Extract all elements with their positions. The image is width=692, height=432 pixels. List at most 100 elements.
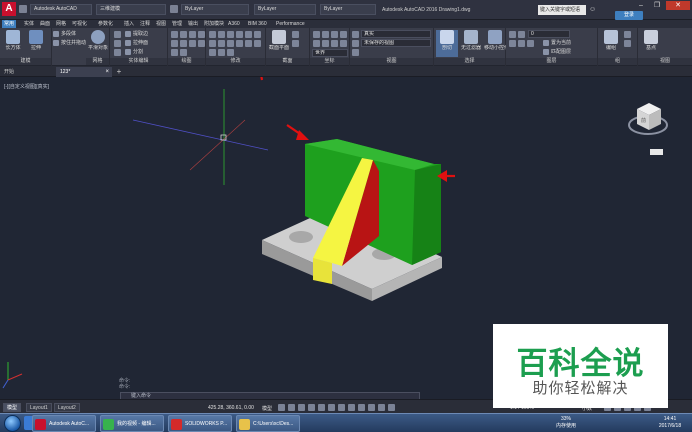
ucs-zaxis-icon[interactable] [340, 31, 347, 38]
scale-icon[interactable] [209, 40, 216, 47]
menu-item-output[interactable]: 输出 [188, 20, 198, 28]
windows-start-button[interactable] [4, 415, 21, 432]
helix-icon[interactable] [171, 49, 178, 56]
ucs-face-icon[interactable] [340, 40, 347, 47]
tab-drawing-123[interactable]: 123* × [56, 67, 112, 77]
menu-item-annotate[interactable]: 注释 [140, 20, 150, 28]
linetype-dropdown[interactable]: ByLayer [254, 4, 316, 15]
group-edit-icon[interactable] [624, 40, 631, 47]
minimize-button[interactable]: – [634, 1, 648, 10]
ucs-dropdown[interactable]: 世界 [312, 49, 348, 57]
menu-item-mesh[interactable]: 网格 [56, 20, 66, 28]
lineweight-toggle-icon[interactable] [358, 404, 365, 411]
tab-layout1[interactable]: Layout1 [26, 403, 52, 412]
tab-start[interactable]: 开始 [0, 67, 52, 77]
section-plane-button[interactable]: 截面平面 [268, 30, 290, 57]
user-icon[interactable]: ☺ [589, 5, 597, 14]
subtract-icon[interactable] [114, 40, 121, 47]
ucs-origin-icon[interactable] [331, 31, 338, 38]
clock-date[interactable]: 2017/6/18 [651, 423, 689, 429]
color-dropdown[interactable]: ByLayer [181, 4, 249, 15]
tab-model[interactable]: 模型 [3, 403, 22, 412]
autocad-logo-icon[interactable]: A [2, 2, 16, 16]
mirror-icon[interactable] [254, 31, 261, 38]
group-button[interactable]: 编组 [600, 30, 622, 57]
menu-item-surface[interactable]: 曲面 [40, 20, 50, 28]
layer-dropdown[interactable]: 0 [528, 30, 570, 38]
explode-icon[interactable] [236, 40, 243, 47]
menu-item-a360[interactable]: A360 [228, 20, 240, 28]
ucs-icon[interactable] [313, 31, 320, 38]
visual-style-dropdown[interactable]: 真实 [361, 30, 431, 38]
smooth-object-button[interactable]: 平滑对象 [87, 30, 109, 57]
3d-move-icon[interactable] [209, 49, 216, 56]
clock-time[interactable]: 14:41 [655, 416, 685, 422]
menu-item-parametric[interactable]: 参数化 [98, 20, 113, 28]
move-gizmo-button[interactable]: 移动小控件 [484, 30, 506, 57]
taskbar-item-solidworks[interactable]: SOLIDWORKS P... [168, 415, 232, 432]
taskbar-item-video-editor[interactable]: 我的视频 - 编辑... [100, 415, 164, 432]
ucs-view-icon[interactable] [322, 40, 329, 47]
no-filter-button[interactable]: 无过滤器 [460, 30, 482, 57]
named-view-dropdown[interactable]: 未保存的视图 [361, 39, 431, 47]
close-tab-icon[interactable]: × [105, 67, 109, 77]
viewcube[interactable]: 前 [628, 103, 668, 155]
osnap-toggle-icon[interactable] [318, 404, 325, 411]
intersect-icon[interactable] [114, 49, 121, 56]
spline-icon[interactable] [189, 40, 196, 47]
base-button[interactable]: 基点 [640, 30, 662, 57]
menu-item-solid[interactable]: 实体 [24, 20, 34, 28]
grid-toggle-icon[interactable] [278, 404, 285, 411]
stretch-icon[interactable] [218, 40, 225, 47]
model-space-toggle[interactable]: 模型 [262, 405, 272, 412]
extrude-button[interactable]: 拉伸 [25, 30, 47, 57]
menu-item-visualize[interactable]: 可视化 [72, 20, 87, 28]
layer-state-icon[interactable] [518, 31, 525, 38]
extract-edges-button[interactable]: 提取边 [124, 30, 166, 38]
menu-item-manage[interactable]: 管理 [172, 20, 182, 28]
ucs-world-icon[interactable] [322, 31, 329, 38]
separate-button[interactable]: 分割 [124, 48, 166, 56]
coordinate-readout[interactable]: 425.28, 360.61, 0.00 [208, 405, 254, 411]
3d-rotate-icon[interactable] [218, 49, 225, 56]
polysolid-button[interactable]: 多段体 [52, 30, 86, 38]
rotate-icon[interactable] [218, 31, 225, 38]
menu-item-performance[interactable]: Performance [276, 20, 305, 28]
hatch-icon[interactable] [180, 40, 187, 47]
menu-item-home[interactable]: 常用 [2, 20, 17, 28]
search-input[interactable]: 键入关键字或短语 [538, 5, 586, 15]
color-swatch-icon[interactable] [170, 5, 178, 13]
arc-icon[interactable] [198, 31, 205, 38]
new-tab-button[interactable]: + [114, 67, 124, 77]
polyline-icon[interactable] [180, 31, 187, 38]
transparency-toggle-icon[interactable] [368, 404, 375, 411]
tab-layout2[interactable]: Layout2 [54, 403, 80, 412]
close-button[interactable]: ✕ [666, 1, 690, 10]
3d-align-icon[interactable] [227, 49, 234, 56]
move-icon[interactable] [209, 31, 216, 38]
ellipse-icon[interactable] [198, 40, 205, 47]
gizmo-toggle-icon[interactable] [388, 404, 395, 411]
menu-item-bim360[interactable]: BIM 360 [248, 20, 267, 28]
live-section-icon[interactable] [292, 31, 299, 38]
viewport-config-icon[interactable] [352, 49, 359, 56]
rectangle-icon[interactable] [171, 40, 178, 47]
new-icon[interactable] [19, 5, 27, 13]
dynamic-ucs-toggle-icon[interactable] [348, 404, 355, 411]
ucs-3point-icon[interactable] [313, 40, 320, 47]
extrude-faces-button[interactable]: 拉伸面 [124, 39, 166, 47]
match-layer-button[interactable]: 匹配图层 [542, 48, 596, 56]
fillet-icon[interactable] [236, 31, 243, 38]
point-icon[interactable] [180, 49, 187, 56]
presspull-button[interactable]: 按住并拖动 [52, 39, 86, 47]
signin-button[interactable]: 登录 [615, 11, 643, 20]
selection-cycling-icon[interactable] [378, 404, 385, 411]
erase-icon[interactable] [254, 40, 261, 47]
section-options-icon[interactable] [292, 40, 299, 47]
lineweight-dropdown[interactable]: ByLayer [320, 4, 376, 15]
line-icon[interactable] [171, 31, 178, 38]
named-view-icon[interactable] [352, 40, 359, 47]
menu-item-addins[interactable]: 附加模块 [204, 20, 224, 28]
layer-properties-icon[interactable] [509, 31, 516, 38]
offset-icon[interactable] [245, 40, 252, 47]
